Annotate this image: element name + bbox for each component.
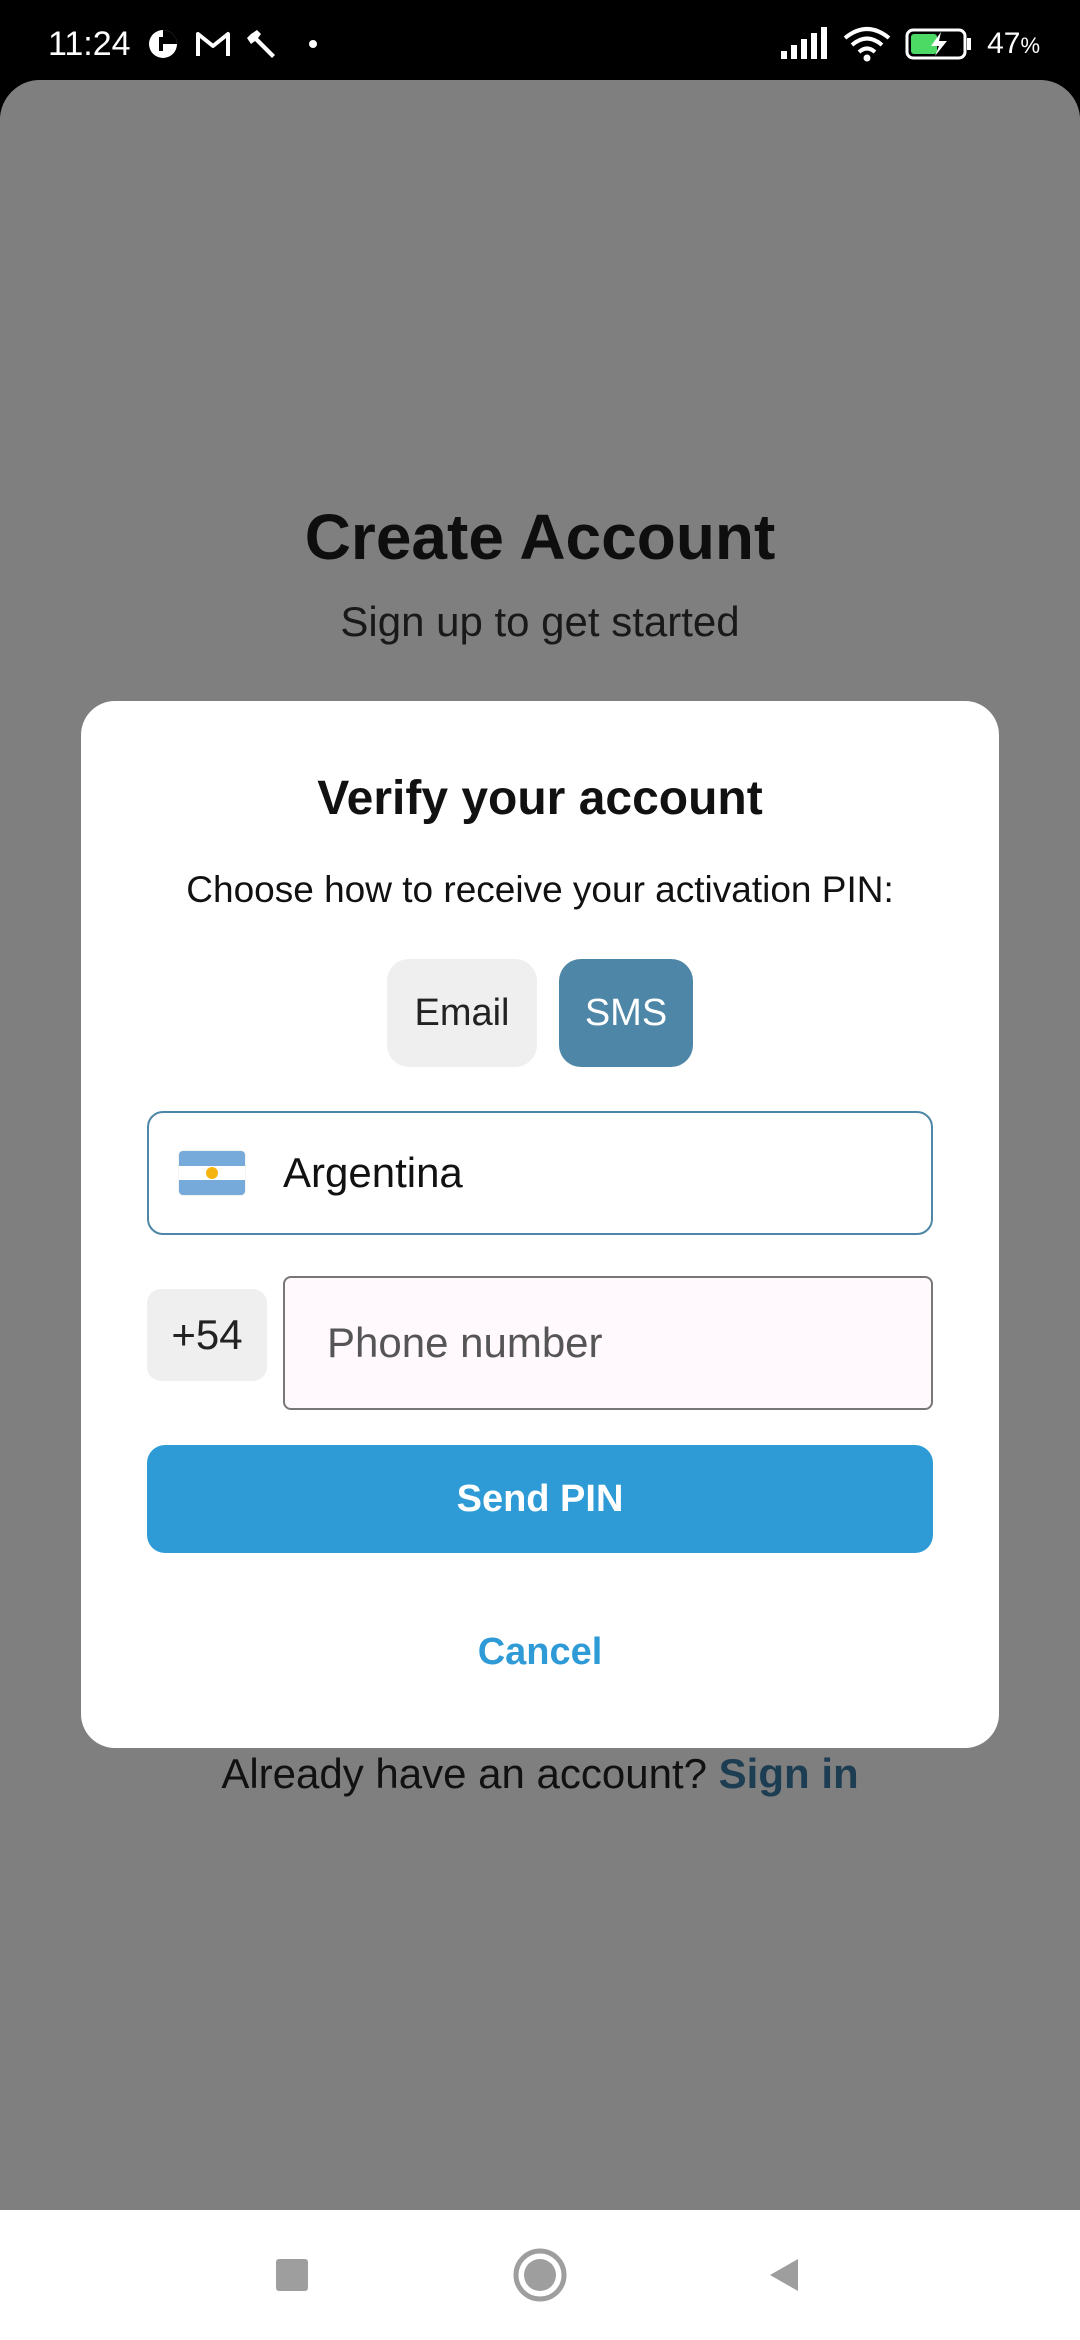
signal-icon: [779, 26, 829, 62]
country-selector[interactable]: Argentina: [147, 1111, 933, 1235]
create-account-screen: Create Account Sign up to get started Al…: [0, 80, 1080, 2210]
dialog-title: Verify your account: [317, 772, 763, 825]
data-saver-icon: [145, 26, 181, 62]
phone-number-input[interactable]: Phone number: [283, 1276, 933, 1410]
recents-square-icon[interactable]: [232, 2210, 352, 2340]
status-bar: 11:24 47%: [0, 0, 1080, 80]
wifi-icon: [843, 26, 891, 62]
email-option-button[interactable]: Email: [387, 959, 537, 1067]
cancel-button[interactable]: Cancel: [81, 1631, 999, 1674]
send-pin-button[interactable]: Send PIN: [147, 1445, 933, 1553]
argentina-flag-icon: [179, 1151, 245, 1195]
phone-number-placeholder: Phone number: [327, 1319, 603, 1366]
gmail-icon: [195, 26, 231, 62]
battery-charging-icon: [905, 26, 973, 62]
wrench-icon: [245, 26, 281, 62]
back-triangle-icon[interactable]: [724, 2210, 844, 2340]
delivery-method-toggle: Email SMS: [387, 959, 693, 1067]
battery-percent: 47%: [987, 27, 1040, 60]
dial-code-badge: +54: [147, 1289, 267, 1381]
verify-account-dialog: Verify your account Choose how to receiv…: [81, 701, 999, 1748]
dot-icon: [295, 26, 331, 62]
system-nav-bar: [0, 2210, 1080, 2340]
status-time: 11:24: [48, 24, 131, 63]
dialog-description: Choose how to receive your activation PI…: [186, 869, 894, 910]
sms-option-button[interactable]: SMS: [559, 959, 693, 1067]
status-right: 47%: [779, 24, 1040, 64]
status-left: 11:24: [48, 24, 331, 64]
country-name: Argentina: [283, 1149, 463, 1196]
home-circle-icon[interactable]: [480, 2210, 600, 2340]
